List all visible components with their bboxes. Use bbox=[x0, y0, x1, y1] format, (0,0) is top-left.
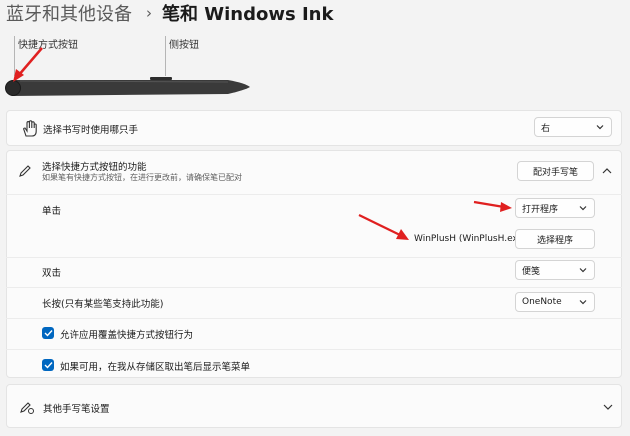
divider bbox=[6, 318, 622, 319]
pen-settings-icon bbox=[20, 402, 34, 414]
long-press-label: 长按(只有某些笔支持此功能) bbox=[42, 299, 164, 310]
shortcut-subtitle: 如果笔有快捷方式按钮，在进行更改前，请确保笔已配对 bbox=[42, 173, 242, 182]
pen-icon bbox=[19, 165, 31, 177]
chevron-down-icon bbox=[579, 268, 587, 273]
other-pen-settings-label: 其他手写笔设置 bbox=[43, 404, 110, 415]
chevron-up-icon[interactable] bbox=[602, 167, 612, 175]
double-click-dropdown[interactable]: 便笺 bbox=[515, 260, 595, 280]
checkmark-icon bbox=[44, 330, 53, 337]
divider bbox=[6, 194, 622, 195]
divider bbox=[6, 257, 622, 258]
double-click-value: 便笺 bbox=[522, 266, 541, 277]
handedness-label: 选择书写时使用哪只手 bbox=[43, 125, 139, 136]
pair-pen-button[interactable]: 配对手写笔 bbox=[517, 161, 594, 181]
show-pen-menu-label: 如果可用，在我从存储区取出笔后显示笔菜单 bbox=[60, 362, 251, 373]
handedness-value: 右 bbox=[541, 123, 551, 134]
chevron-down-icon bbox=[603, 404, 613, 410]
shortcut-title: 选择快捷方式按钮的功能 bbox=[42, 162, 147, 173]
divider bbox=[6, 349, 622, 350]
page-title: 笔和 Windows Ink bbox=[162, 4, 334, 25]
breadcrumb-separator-icon: › bbox=[146, 4, 152, 22]
single-click-value: 打开程序 bbox=[522, 204, 559, 215]
handedness-card: 选择书写时使用哪只手 右 bbox=[6, 110, 622, 146]
chevron-down-icon bbox=[579, 206, 587, 211]
breadcrumb: 蓝牙和其他设备 › 笔和 Windows Ink bbox=[6, 0, 333, 26]
single-click-dropdown[interactable]: 打开程序 bbox=[515, 198, 595, 218]
choose-program-button[interactable]: 选择程序 bbox=[515, 229, 595, 249]
hand-icon bbox=[23, 120, 37, 137]
program-name: WinPlusH (WinPlusH.exe) bbox=[414, 234, 527, 244]
allow-app-override-label: 允许应用覆盖快捷方式按钮行为 bbox=[60, 330, 194, 341]
chevron-down-icon bbox=[596, 125, 604, 130]
annotation-arrow-icon bbox=[13, 47, 43, 82]
single-click-label: 单击 bbox=[42, 206, 62, 217]
annotation-arrow-icon bbox=[473, 200, 512, 212]
chevron-down-icon bbox=[579, 300, 587, 305]
handedness-dropdown[interactable]: 右 bbox=[534, 117, 612, 137]
checkmark-icon bbox=[44, 362, 53, 369]
long-press-dropdown[interactable]: OneNote bbox=[515, 292, 595, 312]
divider bbox=[6, 287, 622, 288]
allow-app-override-checkbox[interactable] bbox=[42, 327, 54, 339]
long-press-value: OneNote bbox=[522, 297, 562, 307]
annotation-arrow-icon bbox=[358, 214, 409, 240]
pen-diagram: 快捷方式按钮 侧按钮 bbox=[0, 30, 630, 110]
show-pen-menu-checkbox[interactable] bbox=[42, 359, 54, 371]
double-click-label: 双击 bbox=[42, 268, 62, 279]
other-pen-settings-card[interactable]: 其他手写笔设置 bbox=[6, 384, 622, 428]
breadcrumb-parent-link[interactable]: 蓝牙和其他设备 bbox=[6, 0, 132, 26]
